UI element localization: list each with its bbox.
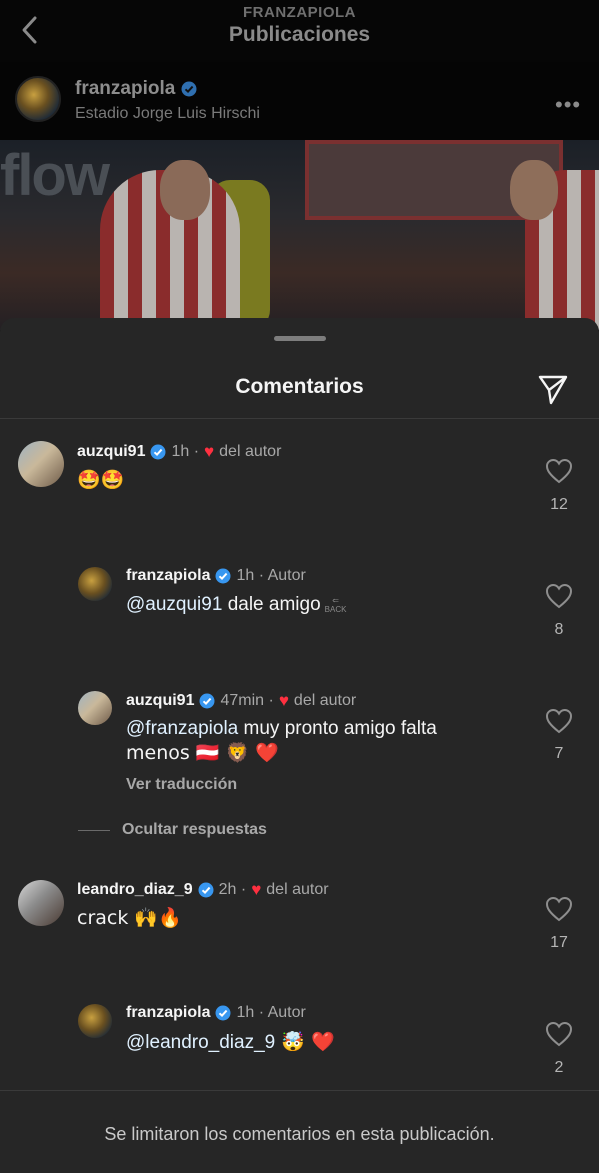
mention-link[interactable]: @franzapiola xyxy=(126,718,238,739)
like-count: 17 xyxy=(550,934,568,951)
heart-outline-icon[interactable] xyxy=(545,458,573,484)
verified-badge-icon xyxy=(181,81,197,97)
divider xyxy=(78,829,110,831)
like-count: 2 xyxy=(554,1059,564,1076)
verified-badge-icon xyxy=(215,1005,231,1021)
comment-time: 2h · xyxy=(218,881,247,898)
comment-text: @franzapiola muy pronto amigo falta menos… xyxy=(126,717,526,766)
comment-text: 🤩🤩 xyxy=(77,469,125,491)
comment-body: dale amigo xyxy=(222,594,321,615)
comment-text: @leandro_diaz_9 🤯 ❤️ xyxy=(126,1030,335,1055)
post-photo[interactable]: flow xyxy=(0,140,599,330)
comments-sheet: Comentarios auzqui91 1h · ♥ del autor 🤩🤩… xyxy=(0,318,599,1173)
like-count: 8 xyxy=(554,621,564,638)
post-username[interactable]: franzapiola xyxy=(75,78,197,100)
verified-badge-icon xyxy=(150,444,166,460)
comment-time: 1h · Autor xyxy=(236,1004,306,1021)
avatar[interactable] xyxy=(15,76,61,122)
avatar[interactable] xyxy=(18,880,64,926)
liked-by-author-label: del autor xyxy=(293,692,357,709)
comment-username[interactable]: auzqui91 xyxy=(77,443,145,461)
avatar[interactable] xyxy=(78,567,112,601)
liked-by-author-label: del autor xyxy=(266,881,329,898)
more-icon[interactable]: ••• xyxy=(555,92,581,118)
avatar[interactable] xyxy=(78,1004,112,1038)
heart-outline-icon[interactable] xyxy=(545,896,573,922)
heart-filled-icon: ♥ xyxy=(204,442,215,461)
verified-badge-icon xyxy=(215,568,231,584)
comment-time: 1h · xyxy=(171,443,200,460)
drag-handle[interactable] xyxy=(274,336,326,341)
player-head xyxy=(510,160,558,220)
post-header: franzapiola Estadio Jorge Luis Hirschi •… xyxy=(0,62,599,140)
comment-header: franzapiola 1h · Autor xyxy=(126,567,306,585)
verified-badge-icon xyxy=(198,882,214,898)
mention-link[interactable]: @auzqui91 xyxy=(126,594,222,615)
username-label: franzapiola xyxy=(75,78,176,99)
liked-by-author-label: del autor xyxy=(219,443,282,460)
comment-header: auzqui91 47min · ♥ del autor xyxy=(126,691,356,711)
like-count: 7 xyxy=(554,745,564,762)
player-head xyxy=(160,160,210,220)
comment-time: 1h · Autor xyxy=(236,567,306,584)
back-sticker: ⇐ BACK xyxy=(324,595,347,614)
comment-username[interactable]: auzqui91 xyxy=(126,692,194,710)
heart-outline-icon[interactable] xyxy=(545,583,573,609)
comment-header: franzapiola 1h · Autor xyxy=(126,1004,306,1022)
avatar[interactable] xyxy=(78,691,112,725)
like-count: 12 xyxy=(550,496,568,513)
sponsor-board: flow xyxy=(0,143,110,208)
comments-limited-notice: Se limitaron los comentarios en esta pub… xyxy=(104,1124,495,1144)
page-title: Publicaciones xyxy=(228,23,371,46)
comment-text: crack 🙌🔥 xyxy=(77,907,182,929)
comment-body: 🤯 ❤️ xyxy=(275,1031,335,1053)
verified-badge-icon xyxy=(199,693,215,709)
heart-filled-icon: ♥ xyxy=(251,880,262,899)
divider xyxy=(0,1090,599,1091)
post-location[interactable]: Estadio Jorge Luis Hirschi xyxy=(75,105,260,123)
comment-header: leandro_diaz_9 2h · ♥ del autor xyxy=(77,880,329,900)
see-translation-button[interactable]: Ver traducción xyxy=(126,776,237,794)
comment-text: @auzqui91 dale amigo ⇐ BACK xyxy=(126,593,346,617)
hide-replies-label: Ocultar respuestas xyxy=(122,821,267,838)
comment-time: 47min · xyxy=(220,692,274,709)
divider xyxy=(0,418,599,419)
comment-username[interactable]: franzapiola xyxy=(126,567,210,585)
comment-username[interactable]: leandro_diaz_9 xyxy=(77,881,193,899)
mention-link[interactable]: @leandro_diaz_9 xyxy=(126,1032,275,1053)
comment-body-line2: menos 🇦🇹 🦁 ❤️ xyxy=(126,742,279,764)
avatar[interactable] xyxy=(18,441,64,487)
top-bar: FRANZAPIOLA Publicaciones xyxy=(0,0,599,62)
account-name: FRANZAPIOLA xyxy=(243,4,356,21)
sheet-title: Comentarios xyxy=(235,375,364,398)
heart-outline-icon[interactable] xyxy=(545,1021,573,1047)
hide-replies-button[interactable]: Ocultar respuestas xyxy=(78,821,267,839)
comment-body: muy pronto amigo falta xyxy=(238,718,437,739)
comment-header: auzqui91 1h · ♥ del autor xyxy=(77,442,281,462)
heart-filled-icon: ♥ xyxy=(278,691,289,710)
heart-outline-icon[interactable] xyxy=(545,708,573,734)
comment-username[interactable]: franzapiola xyxy=(126,1004,210,1022)
send-icon[interactable] xyxy=(537,373,569,405)
